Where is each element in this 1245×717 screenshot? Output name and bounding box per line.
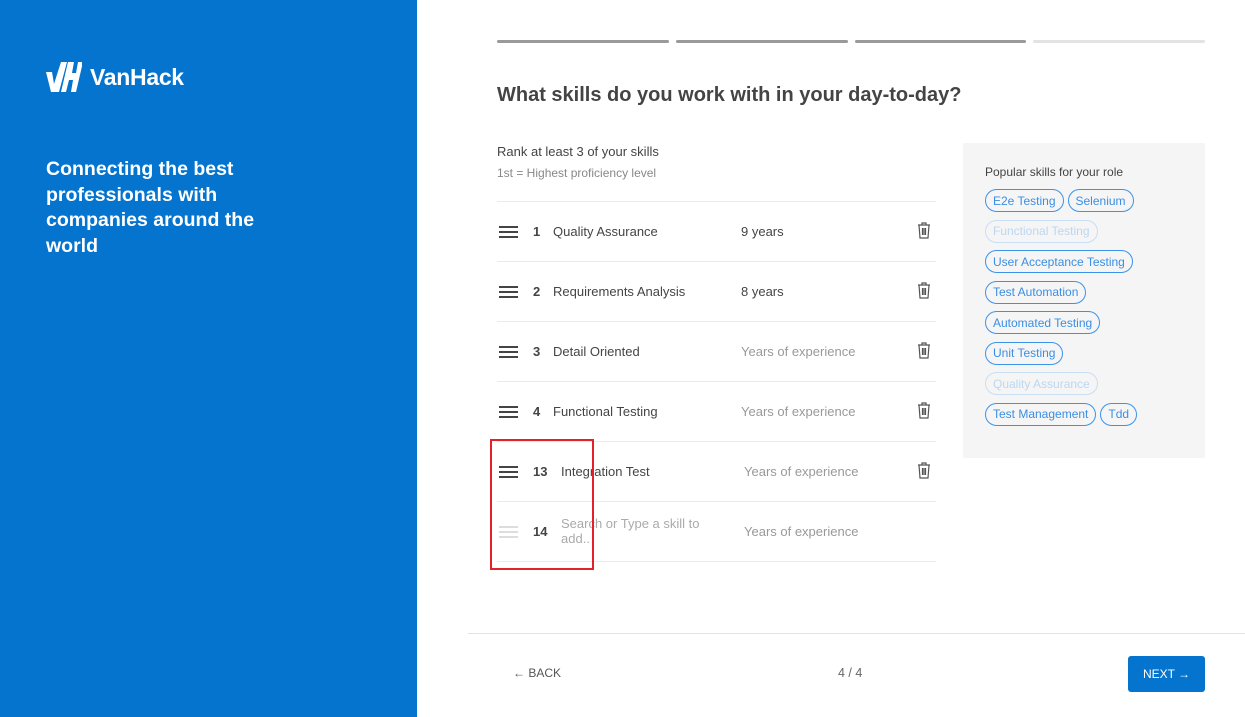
next-button[interactable]: NEXT → xyxy=(1128,656,1205,692)
vanhack-logo: VanHack xyxy=(46,62,184,92)
sidebar: VanHack Connecting the best professional… xyxy=(0,0,417,717)
popular-skill-tag: Functional Testing xyxy=(985,219,1098,243)
skill-years-input[interactable]: Years of experience xyxy=(741,344,855,359)
skill-row: 2 Requirements Analysis 8 years xyxy=(497,262,936,322)
trash-icon[interactable] xyxy=(917,222,931,239)
tagline: Connecting the best professionals with c… xyxy=(46,158,255,257)
skill-years-input[interactable]: Years of experience xyxy=(744,464,858,479)
page-title: What skills do you work with in your day… xyxy=(497,84,962,106)
skill-name: Detail Oriented xyxy=(553,344,640,359)
skill-years-input[interactable]: Years of experience xyxy=(744,524,858,539)
footer-divider xyxy=(468,633,1245,634)
skill-rank: 2 xyxy=(533,284,541,299)
progress-segment xyxy=(1033,40,1205,43)
skill-years[interactable]: 9 years xyxy=(741,224,784,239)
popular-skill-tag[interactable]: Test Management xyxy=(985,402,1097,426)
popular-skill-tag[interactable]: Tdd xyxy=(1100,402,1138,426)
drag-handle-icon[interactable] xyxy=(499,346,518,358)
drag-handle-icon[interactable] xyxy=(499,286,518,298)
highlight-annotation xyxy=(490,439,594,570)
back-button[interactable]: ← BACK xyxy=(513,666,561,680)
progress-segment xyxy=(854,40,1027,43)
popular-skill-tag[interactable]: Automated Testing xyxy=(985,311,1101,334)
instruction: Rank at least 3 of your skills xyxy=(497,144,659,159)
skill-row: 3 Detail Oriented Years of experience xyxy=(497,322,936,382)
skill-name: Requirements Analysis xyxy=(553,284,686,299)
popular-skill-tag[interactable]: Test Automation xyxy=(985,280,1087,304)
skill-row: 4 Functional Testing Years of experience xyxy=(497,382,936,442)
popular-skill-tag[interactable]: User Acceptance Testing xyxy=(985,250,1133,273)
skill-years-input[interactable]: Years of experience xyxy=(741,404,855,419)
page-indicator: 4 / 4 xyxy=(838,666,863,680)
progress-segment xyxy=(675,40,848,43)
trash-icon[interactable] xyxy=(917,282,931,299)
popular-skills-panel: Popular skills for your role E2e Testing… xyxy=(963,143,1205,458)
popular-skill-tag[interactable]: Unit Testing xyxy=(985,341,1064,365)
popular-skill-tag: Quality Assurance xyxy=(985,372,1098,395)
trash-icon[interactable] xyxy=(917,402,931,419)
skill-rank: 3 xyxy=(533,344,541,359)
skill-years[interactable]: 8 years xyxy=(741,284,784,299)
trash-icon[interactable] xyxy=(917,462,931,479)
drag-handle-icon[interactable] xyxy=(499,226,518,238)
vanhack-logo-icon xyxy=(46,62,82,92)
drag-handle-icon[interactable] xyxy=(499,406,518,418)
popular-skill-tag[interactable]: Selenium xyxy=(1067,189,1134,212)
step-progress xyxy=(497,40,1205,43)
popular-skills-title: Popular skills for your role xyxy=(985,165,1124,179)
skill-rank: 1 xyxy=(533,224,541,239)
skill-name: Quality Assurance xyxy=(553,224,658,239)
skill-name: Functional Testing xyxy=(553,404,658,419)
brand-name: VanHack xyxy=(90,63,184,90)
popular-skills-tags: E2e Testing Selenium Functional Testing Use… xyxy=(985,189,1155,426)
skill-rank: 4 xyxy=(533,404,541,419)
trash-icon[interactable] xyxy=(917,342,931,359)
popular-skill-tag[interactable]: E2e Testing xyxy=(985,189,1064,212)
progress-segment xyxy=(497,40,669,43)
hint: 1st = Highest proficiency level xyxy=(497,166,657,180)
skill-row: 1 Quality Assurance 9 years xyxy=(497,202,936,262)
